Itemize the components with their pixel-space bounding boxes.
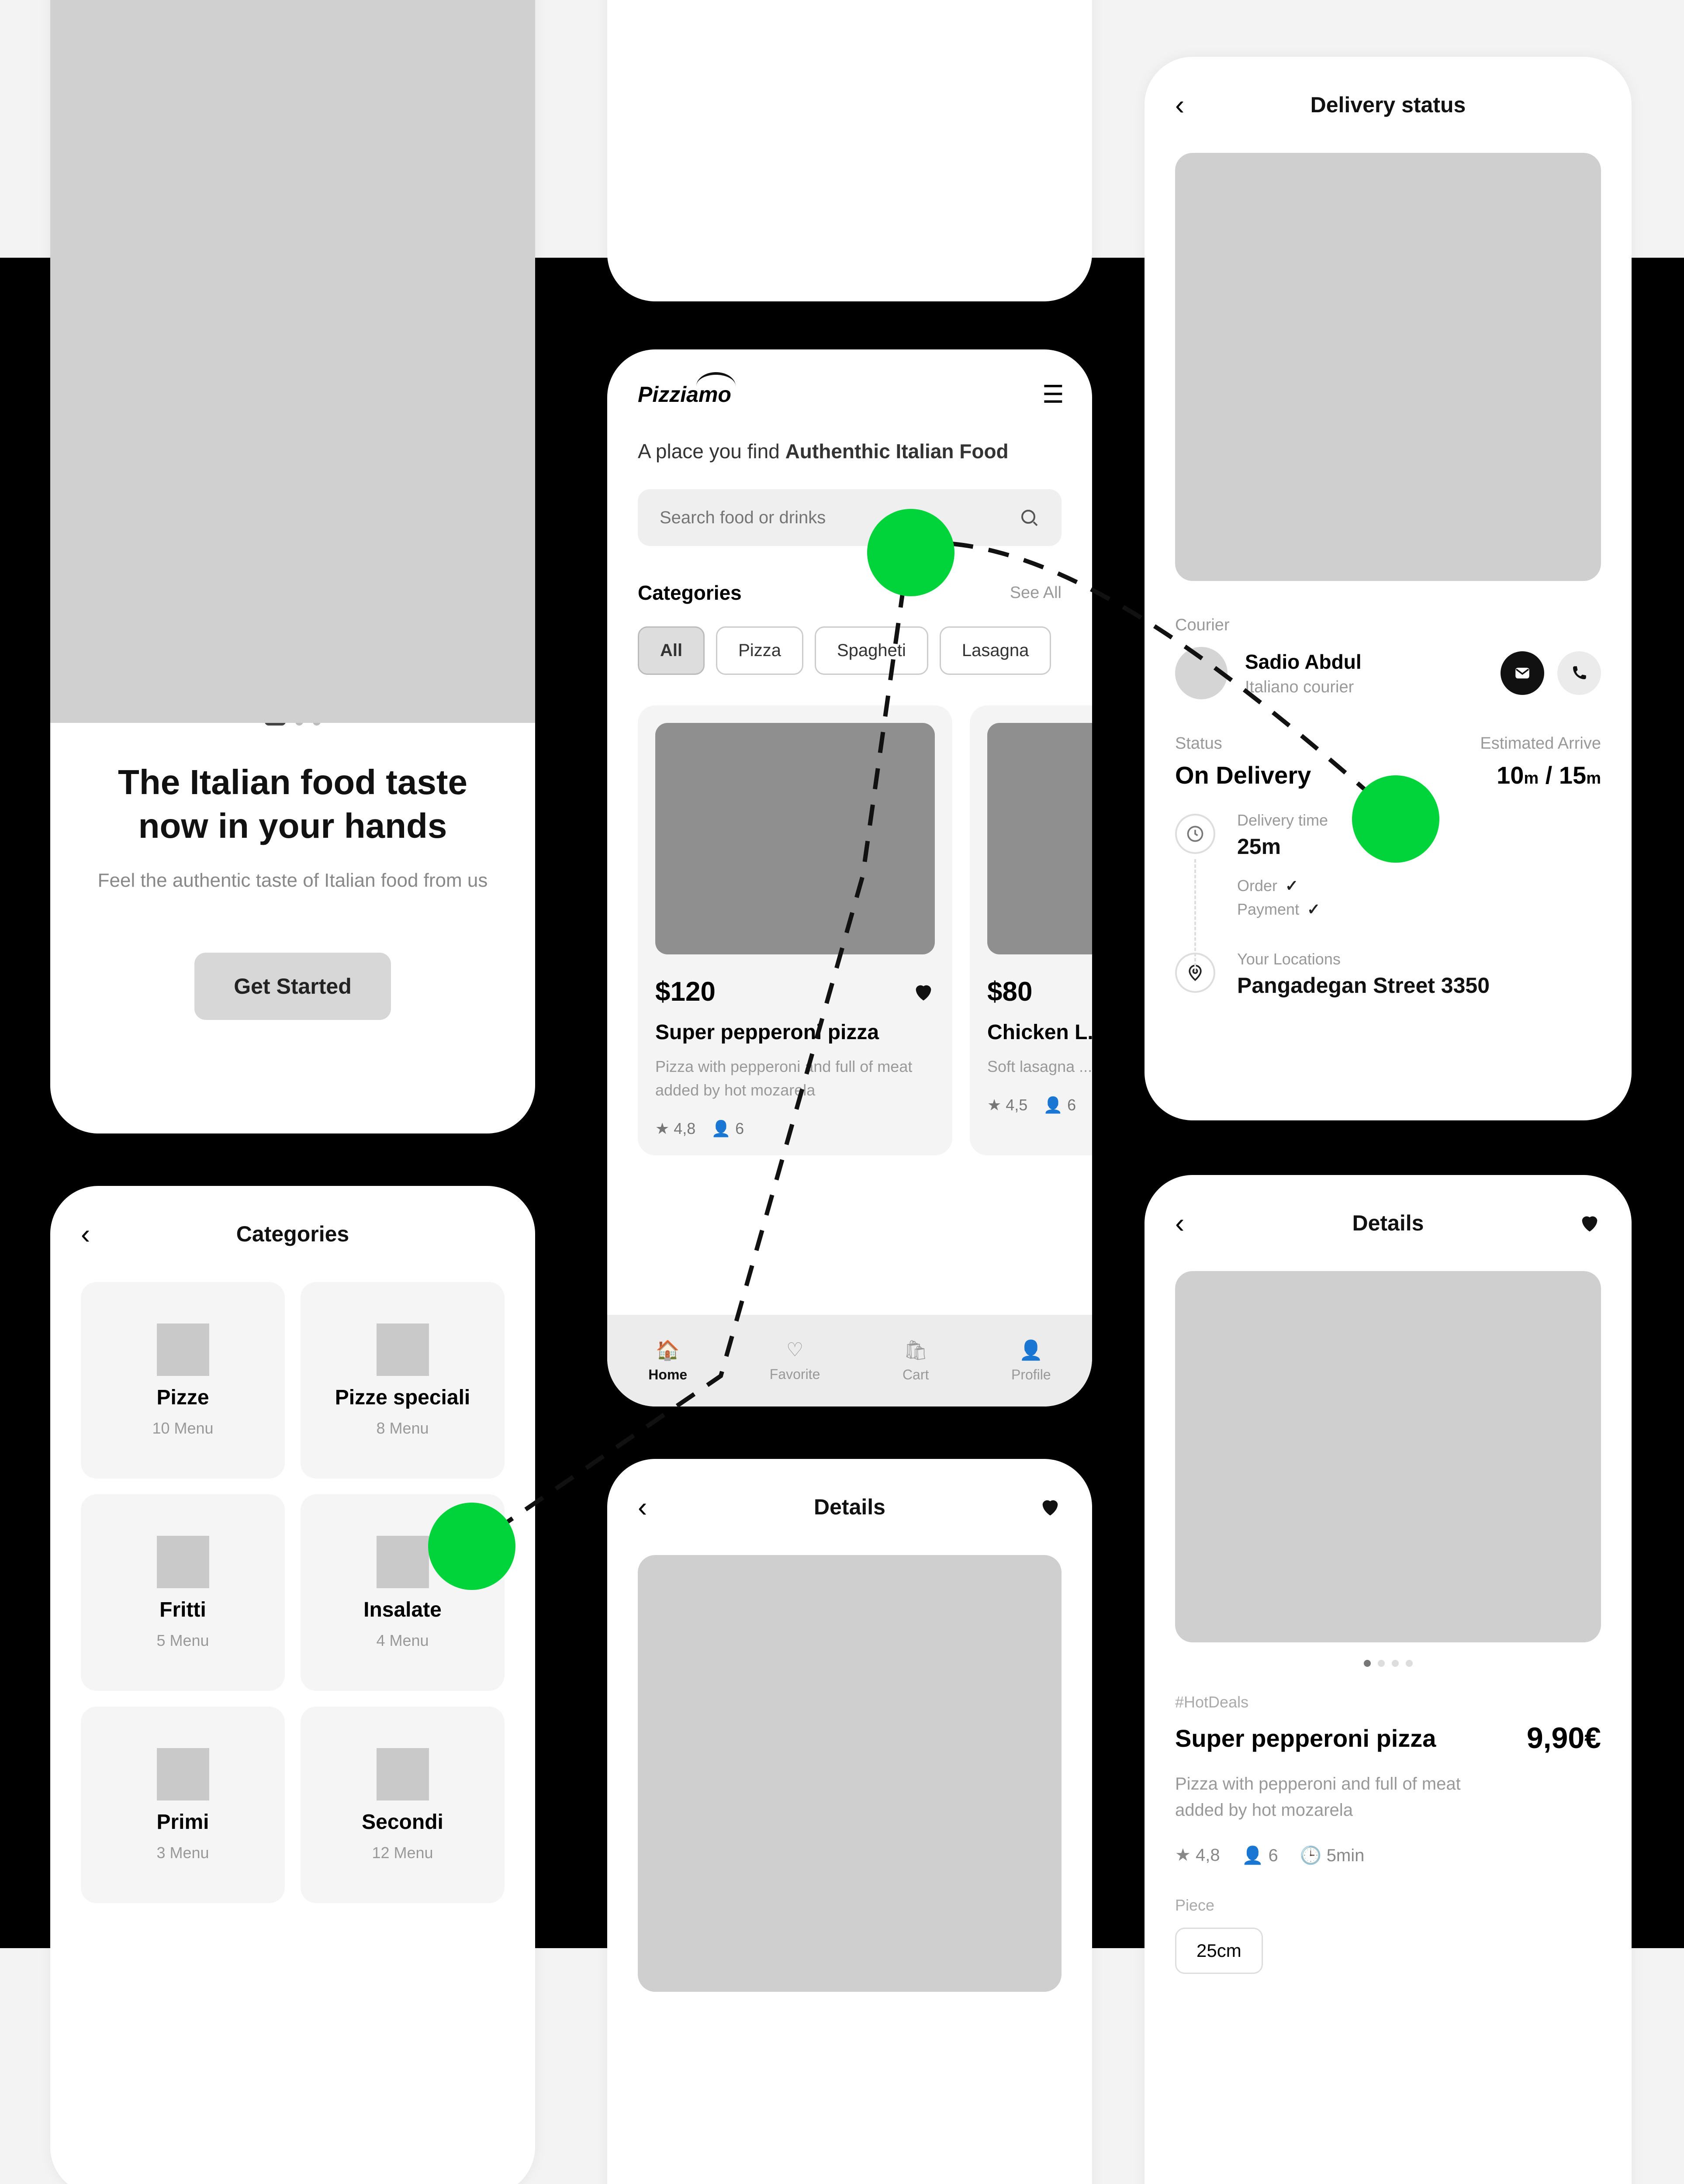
onboarding-screen: The Italian food taste now in your hands… xyxy=(50,0,535,1133)
nav-profile[interactable]: 👤Profile xyxy=(1011,1339,1051,1383)
message-courier-button[interactable] xyxy=(1501,651,1544,695)
flow-node xyxy=(867,509,954,596)
page-title: Delivery status xyxy=(1311,92,1466,117)
category-thumb xyxy=(377,1324,429,1376)
call-courier-button[interactable] xyxy=(1557,651,1601,695)
eta-label: Estimated Arrive xyxy=(1480,734,1601,753)
star-icon: ★ 4,8 xyxy=(1175,1845,1220,1866)
detail-image xyxy=(638,1555,1062,1992)
flow-node xyxy=(428,1503,515,1590)
payment-step: Payment✓ xyxy=(1237,900,1601,919)
onboarding-subtitle: Feel the authentic taste of Italian food… xyxy=(98,870,488,892)
people-icon: 👤 6 xyxy=(1242,1845,1278,1866)
category-thumb xyxy=(377,1748,429,1800)
eta-value: 10m / 15m xyxy=(1480,761,1601,789)
categories-screen: ‹ Categories Pizze 10 Menu Pizze special… xyxy=(50,1186,535,2184)
product-meta: ★ 4,5 👤 6 xyxy=(987,1096,1092,1114)
delivery-partial-card: On Delivery 10m / 15m Delivery time 25m … xyxy=(607,0,1092,301)
brand-logo: Pizziamo xyxy=(638,382,731,407)
back-button[interactable]: ‹ xyxy=(1175,1207,1184,1239)
flow-node xyxy=(1352,775,1439,863)
tagline: A place you find Authenthic Italian Food xyxy=(607,439,1092,463)
flow-connector xyxy=(948,539,1402,832)
onboarding-title: The Italian food taste now in your hands xyxy=(118,760,467,848)
category-card-fritti[interactable]: Fritti 5 Menu xyxy=(81,1494,285,1691)
category-thumb xyxy=(157,1748,209,1800)
search-input[interactable] xyxy=(660,508,1006,528)
detail-image xyxy=(1175,1271,1601,1642)
detail-desc: Pizza with pepperoni and full of meat ad… xyxy=(1175,1771,1490,1823)
back-button[interactable]: ‹ xyxy=(81,1218,90,1250)
clock-icon: 🕒 5min xyxy=(1300,1845,1365,1866)
people-icon: 👤 6 xyxy=(1043,1096,1076,1114)
favorite-button[interactable] xyxy=(1578,1212,1601,1234)
image-page-indicator xyxy=(1175,1660,1601,1667)
category-card-pizze[interactable]: Pizze 10 Menu xyxy=(81,1282,285,1479)
category-card-secondi[interactable]: Secondi 12 Menu xyxy=(301,1707,505,1903)
back-button[interactable]: ‹ xyxy=(1175,89,1184,121)
map-placeholder[interactable] xyxy=(1175,153,1601,581)
category-thumb xyxy=(157,1324,209,1376)
favorite-button[interactable] xyxy=(1039,1496,1062,1518)
profile-icon: 👤 xyxy=(1019,1339,1043,1362)
detail-price: 9,90€ xyxy=(1527,1721,1601,1755)
flow-connector xyxy=(467,546,922,1555)
details-screen-small: ‹ Details xyxy=(607,1459,1092,2184)
product-price: $80 xyxy=(987,976,1032,1007)
category-card-primi[interactable]: Primi 3 Menu xyxy=(81,1707,285,1903)
search-icon[interactable] xyxy=(1019,507,1040,528)
detail-meta: ★ 4,8 👤 6 🕒 5min xyxy=(1175,1845,1601,1866)
star-icon: ★ 4,5 xyxy=(987,1096,1027,1114)
category-thumb xyxy=(377,1536,429,1588)
hamburger-menu-icon[interactable]: ☰ xyxy=(1042,380,1062,409)
size-option[interactable]: 25cm xyxy=(1175,1928,1263,1974)
product-desc: Soft lasagna ... tomato sauce xyxy=(987,1055,1092,1078)
detail-name: Super pepperoni pizza xyxy=(1175,1724,1436,1752)
categories-grid: Pizze 10 Menu Pizze speciali 8 Menu Frit… xyxy=(81,1282,505,1903)
hashtag: #HotDeals xyxy=(1175,1693,1601,1711)
piece-label: Piece xyxy=(1175,1896,1601,1914)
onboarding-hero-image xyxy=(50,0,535,723)
page-title: Details xyxy=(1352,1210,1424,1236)
page-title: Categories xyxy=(236,1221,349,1247)
details-screen-large: ‹ Details #HotDeals Super pepperoni pizz… xyxy=(1145,1175,1632,2184)
get-started-button[interactable]: Get Started xyxy=(194,953,391,1020)
search-bar[interactable] xyxy=(638,489,1062,546)
order-step: Order✓ xyxy=(1237,877,1601,895)
product-name: Chicken L... xyxy=(987,1020,1092,1044)
category-thumb xyxy=(157,1536,209,1588)
